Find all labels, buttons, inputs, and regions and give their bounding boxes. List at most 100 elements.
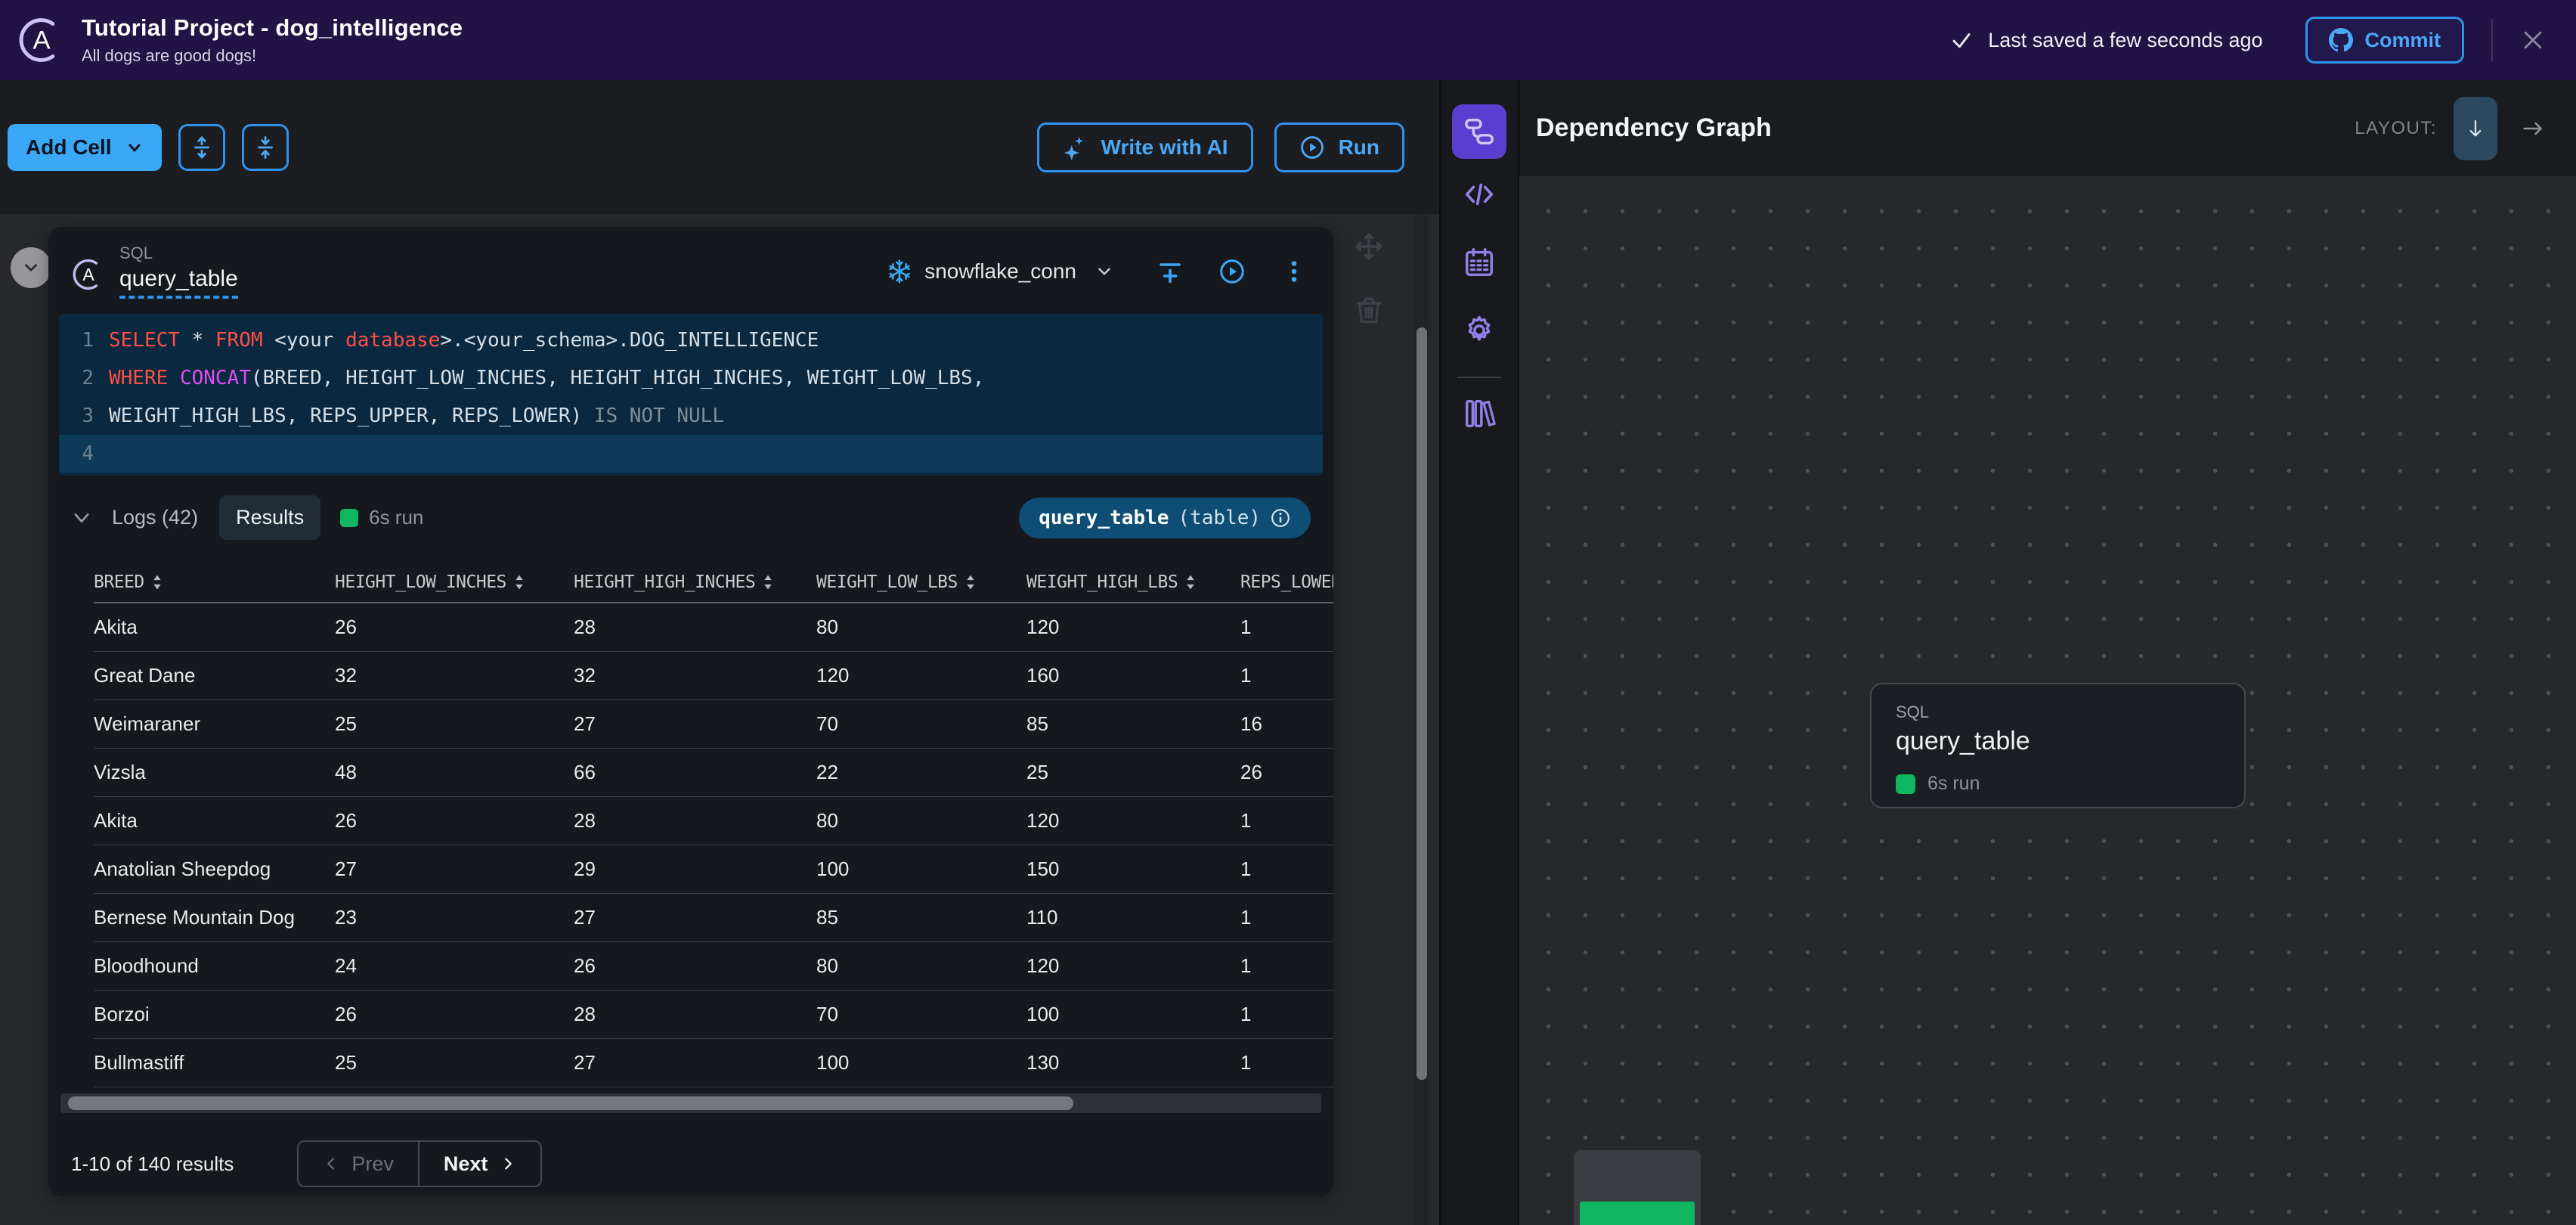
- line-number: 1: [82, 329, 94, 352]
- tab-code[interactable]: [1462, 177, 1497, 212]
- table-row: Vizsla 48 66 22 25 26: [94, 749, 1333, 797]
- table-cell: 120: [1026, 809, 1060, 832]
- line-number: 3: [82, 405, 94, 427]
- column-header-label: WEIGHT_LOW_LBS: [816, 572, 958, 592]
- code-editor[interactable]: 1 SELECT * FROM <your database>.<your_sch…: [59, 314, 1323, 476]
- delete-cell-icon[interactable]: [1353, 294, 1385, 326]
- table-cell: 85: [816, 906, 838, 929]
- add-cell-button[interactable]: Add Cell: [8, 123, 162, 171]
- panel-title: Dependency Graph: [1536, 113, 1772, 142]
- tab-results[interactable]: Results: [219, 495, 321, 540]
- collapse-results-icon[interactable]: [71, 507, 92, 529]
- minimap-viewport: [1580, 1202, 1695, 1225]
- sparkles-icon: [1064, 136, 1083, 160]
- run-button[interactable]: Run: [1274, 122, 1404, 172]
- svg-text:A: A: [33, 26, 51, 55]
- write-with-ai-label: Write with AI: [1101, 135, 1228, 159]
- next-page-button[interactable]: Next: [417, 1142, 541, 1186]
- column-header[interactable]: WEIGHT_HIGH_LBS: [1026, 563, 1240, 602]
- code-line[interactable]: 2 WHERE CONCAT(BREED, HEIGHT_LOW_INCHES, …: [59, 359, 1323, 397]
- tab-schedule[interactable]: [1462, 245, 1497, 280]
- vertical-scrollbar[interactable]: [1415, 214, 1429, 1225]
- table-row: Akita 26 28 80 120 1: [94, 797, 1333, 845]
- table-header-row: BREED HEIGHT_LOW_INCHES HEIGHT_HIGH_INCHES…: [94, 563, 1333, 603]
- horizontal-scrollbar-thumb[interactable]: [68, 1096, 1073, 1110]
- layout-label: LAYOUT:: [2355, 117, 2437, 138]
- column-header[interactable]: HEIGHT_LOW_INCHES: [335, 563, 574, 602]
- node-run-success-indicator: [1896, 774, 1915, 794]
- close-icon[interactable]: [2520, 27, 2546, 53]
- table-cell: 70: [816, 712, 838, 735]
- collapse-all-cells-button[interactable]: [241, 123, 289, 171]
- table-cell: 32: [574, 664, 596, 687]
- column-header[interactable]: BREED: [94, 563, 335, 602]
- output-table-badge[interactable]: query_table (table): [1019, 497, 1311, 538]
- expand-all-cells-button[interactable]: [178, 123, 225, 171]
- dependency-graph-header: Dependency Graph LAYOUT:: [1519, 80, 2576, 176]
- chevron-left-icon: [327, 1158, 335, 1170]
- table-cell: 26: [574, 954, 596, 977]
- code-line[interactable]: 4: [59, 435, 1323, 473]
- chevron-right-icon: [505, 1158, 512, 1170]
- sort-icon: [1187, 575, 1194, 590]
- header-divider: [2491, 19, 2493, 61]
- table-cell: 27: [574, 712, 596, 735]
- dependency-graph-canvas[interactable]: SQL query_table 6s run: [1519, 176, 2576, 1225]
- table-row: Bullmastiff 25 27 100 130 1: [94, 1039, 1333, 1087]
- table-cell: 150: [1026, 858, 1060, 880]
- move-cell-icon[interactable]: [1353, 231, 1385, 262]
- column-header-label: REPS_LOWER: [1240, 572, 1333, 592]
- table-row: Akita 26 28 80 120 1: [94, 603, 1333, 652]
- results-count: 1-10 of 140 results: [71, 1152, 234, 1175]
- badge-table-type: (table): [1178, 506, 1261, 529]
- code-line[interactable]: 3 WEIGHT_HIGH_LBS, REPS_UPPER, REPS_LOWER…: [59, 397, 1323, 435]
- table-cell: 85: [1026, 712, 1048, 735]
- expand-vertical-icon: [194, 135, 209, 159]
- chevron-down-icon: [1098, 267, 1110, 275]
- cell-name[interactable]: query_table: [119, 266, 238, 299]
- collapse-vertical-icon: [257, 135, 273, 159]
- layout-horizontal-button[interactable]: [2520, 116, 2546, 141]
- run-success-indicator: [340, 508, 359, 527]
- horizontal-scrollbar[interactable]: [60, 1093, 1321, 1113]
- connection-selector[interactable]: snowflake_conn: [887, 259, 1114, 284]
- kebab-menu-icon[interactable]: [1280, 258, 1308, 285]
- prev-page-button[interactable]: Prev: [299, 1142, 418, 1186]
- dependency-graph-panel: Dependency Graph LAYOUT: SQL query_table…: [1518, 80, 2576, 1225]
- snowflake-icon: [889, 259, 910, 283]
- node-run-time: 6s run: [1927, 773, 1980, 794]
- connection-name: snowflake_conn: [924, 259, 1076, 283]
- graph-node-query-table[interactable]: SQL query_table 6s run: [1870, 683, 2246, 808]
- column-header[interactable]: WEIGHT_LOW_LBS: [816, 563, 1026, 602]
- tab-logs[interactable]: Logs (42): [112, 506, 198, 529]
- pagination: 1-10 of 140 results Prev Next: [71, 1140, 1333, 1187]
- vertical-scrollbar-thumb[interactable]: [1416, 327, 1427, 1080]
- code-line[interactable]: 1 SELECT * FROM <your database>.<your_sch…: [59, 321, 1323, 359]
- commit-button[interactable]: Commit: [2305, 17, 2464, 64]
- column-header[interactable]: REPS_LOWER: [1240, 563, 1333, 602]
- table-cell: 27: [574, 1051, 596, 1074]
- table-cell: 100: [816, 1051, 850, 1074]
- column-header[interactable]: HEIGHT_HIGH_INCHES: [574, 563, 816, 602]
- table-cell: 26: [335, 1003, 357, 1025]
- table-row: Great Dane 32 32 120 160 1: [94, 652, 1333, 700]
- run-cell-icon[interactable]: [1218, 258, 1246, 285]
- table-cell: Akita: [94, 616, 138, 638]
- tab-library[interactable]: [1462, 396, 1497, 431]
- layout-vertical-button[interactable]: [2454, 96, 2497, 160]
- add-filter-icon[interactable]: [1156, 258, 1184, 285]
- chevron-down-icon: [128, 144, 141, 151]
- collapse-cell-button[interactable]: [11, 247, 51, 288]
- table-cell: 25: [1026, 761, 1048, 783]
- prev-label: Prev: [351, 1152, 394, 1175]
- tab-settings[interactable]: [1462, 313, 1497, 348]
- commit-label: Commit: [2364, 28, 2441, 51]
- chevron-down-icon: [25, 264, 37, 271]
- tab-dependency-graph[interactable]: [1452, 104, 1506, 159]
- table-cell: 1: [1240, 906, 1252, 929]
- table-cell: 25: [335, 1051, 357, 1074]
- graph-minimap[interactable]: [1574, 1150, 1701, 1225]
- write-with-ai-button[interactable]: Write with AI: [1036, 122, 1253, 172]
- table-body: Akita 26 28 80 120 1 Great Dane 32 32 120 160 1 Weim…: [94, 603, 1333, 1087]
- notebook-canvas: A SQL query_table snowflake_conn 1 SELEC…: [0, 214, 1439, 1225]
